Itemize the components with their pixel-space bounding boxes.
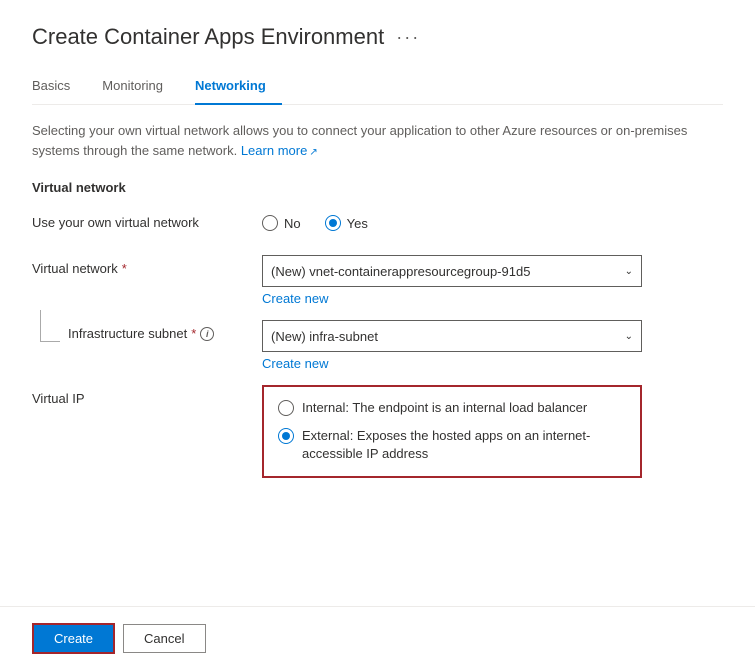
infra-subnet-label-area: Infrastructure subnet * i bbox=[32, 320, 262, 342]
virtual-ip-internal-option[interactable]: Internal: The endpoint is an internal lo… bbox=[278, 399, 626, 417]
virtual-ip-control: Internal: The endpoint is an internal lo… bbox=[262, 385, 723, 478]
virtual-network-value: (New) vnet-containerappresourcegroup-91d… bbox=[271, 264, 530, 279]
virtual-ip-internal-label: Internal: The endpoint is an internal lo… bbox=[302, 399, 587, 417]
main-content: Create Container Apps Environment ··· Ba… bbox=[0, 0, 755, 606]
cancel-button[interactable]: Cancel bbox=[123, 624, 205, 653]
use-own-vnet-label: Use your own virtual network bbox=[32, 209, 262, 230]
infrastructure-subnet-label: Infrastructure subnet * i bbox=[68, 326, 214, 341]
virtual-ip-external-radio[interactable] bbox=[278, 428, 294, 444]
tab-basics[interactable]: Basics bbox=[32, 70, 86, 105]
tab-networking[interactable]: Networking bbox=[195, 70, 282, 105]
infrastructure-subnet-required: * bbox=[191, 326, 196, 341]
virtual-network-chevron-icon: ⌄ bbox=[625, 266, 633, 277]
virtual-ip-external-option[interactable]: External: Exposes the hosted apps on an … bbox=[278, 427, 626, 463]
virtual-network-required: * bbox=[122, 261, 127, 276]
virtual-network-create-new-link[interactable]: Create new bbox=[262, 291, 723, 306]
virtual-network-dropdown[interactable]: (New) vnet-containerappresourcegroup-91d… bbox=[262, 255, 642, 287]
use-own-vnet-radio-group: No Yes bbox=[262, 209, 723, 231]
indent-connector bbox=[40, 310, 60, 342]
virtual-network-section: Virtual network Use your own virtual net… bbox=[32, 180, 723, 478]
page-description: Selecting your own virtual network allow… bbox=[32, 121, 712, 160]
use-own-vnet-no-radio[interactable] bbox=[262, 215, 278, 231]
infrastructure-subnet-dropdown[interactable]: (New) infra-subnet ⌄ bbox=[262, 320, 642, 352]
infrastructure-subnet-value: (New) infra-subnet bbox=[271, 329, 378, 344]
use-own-vnet-no-label: No bbox=[284, 216, 301, 231]
create-button[interactable]: Create bbox=[32, 623, 115, 654]
use-own-vnet-no-option[interactable]: No bbox=[262, 215, 301, 231]
virtual-network-control: (New) vnet-containerappresourcegroup-91d… bbox=[262, 255, 723, 306]
use-own-vnet-yes-label: Yes bbox=[347, 216, 368, 231]
infrastructure-subnet-info-icon[interactable]: i bbox=[200, 327, 214, 341]
use-own-vnet-yes-radio[interactable] bbox=[325, 215, 341, 231]
use-own-vnet-yes-option[interactable]: Yes bbox=[325, 215, 368, 231]
tab-monitoring[interactable]: Monitoring bbox=[102, 70, 179, 105]
learn-more-link[interactable]: Learn more↗ bbox=[241, 143, 318, 158]
footer: Create Cancel bbox=[0, 606, 755, 670]
virtual-ip-options-box: Internal: The endpoint is an internal lo… bbox=[262, 385, 642, 478]
tabs-bar: Basics Monitoring Networking bbox=[32, 70, 723, 105]
virtual-network-row: Virtual network * (New) vnet-containerap… bbox=[32, 255, 723, 306]
external-link-icon: ↗ bbox=[309, 145, 317, 160]
infrastructure-subnet-create-new-link[interactable]: Create new bbox=[262, 356, 723, 371]
description-text: Selecting your own virtual network allow… bbox=[32, 123, 687, 158]
ellipsis-menu-icon[interactable]: ··· bbox=[396, 27, 420, 48]
virtual-network-label: Virtual network * bbox=[32, 255, 262, 276]
virtual-ip-external-label: External: Exposes the hosted apps on an … bbox=[302, 427, 626, 463]
infrastructure-subnet-chevron-icon: ⌄ bbox=[625, 331, 633, 342]
infrastructure-subnet-control: (New) infra-subnet ⌄ Create new bbox=[262, 320, 723, 371]
infrastructure-subnet-row: Infrastructure subnet * i (New) infra-su… bbox=[32, 320, 723, 371]
virtual-ip-label: Virtual IP bbox=[32, 385, 262, 406]
page-title-row: Create Container Apps Environment ··· bbox=[32, 24, 723, 50]
use-own-vnet-control: No Yes bbox=[262, 209, 723, 231]
use-own-vnet-row: Use your own virtual network No Yes bbox=[32, 209, 723, 241]
page-wrapper: Create Container Apps Environment ··· Ba… bbox=[0, 0, 755, 670]
section-title: Virtual network bbox=[32, 180, 723, 195]
virtual-ip-row: Virtual IP Internal: The endpoint is an … bbox=[32, 385, 723, 478]
virtual-ip-internal-radio[interactable] bbox=[278, 400, 294, 416]
page-title: Create Container Apps Environment bbox=[32, 24, 384, 50]
